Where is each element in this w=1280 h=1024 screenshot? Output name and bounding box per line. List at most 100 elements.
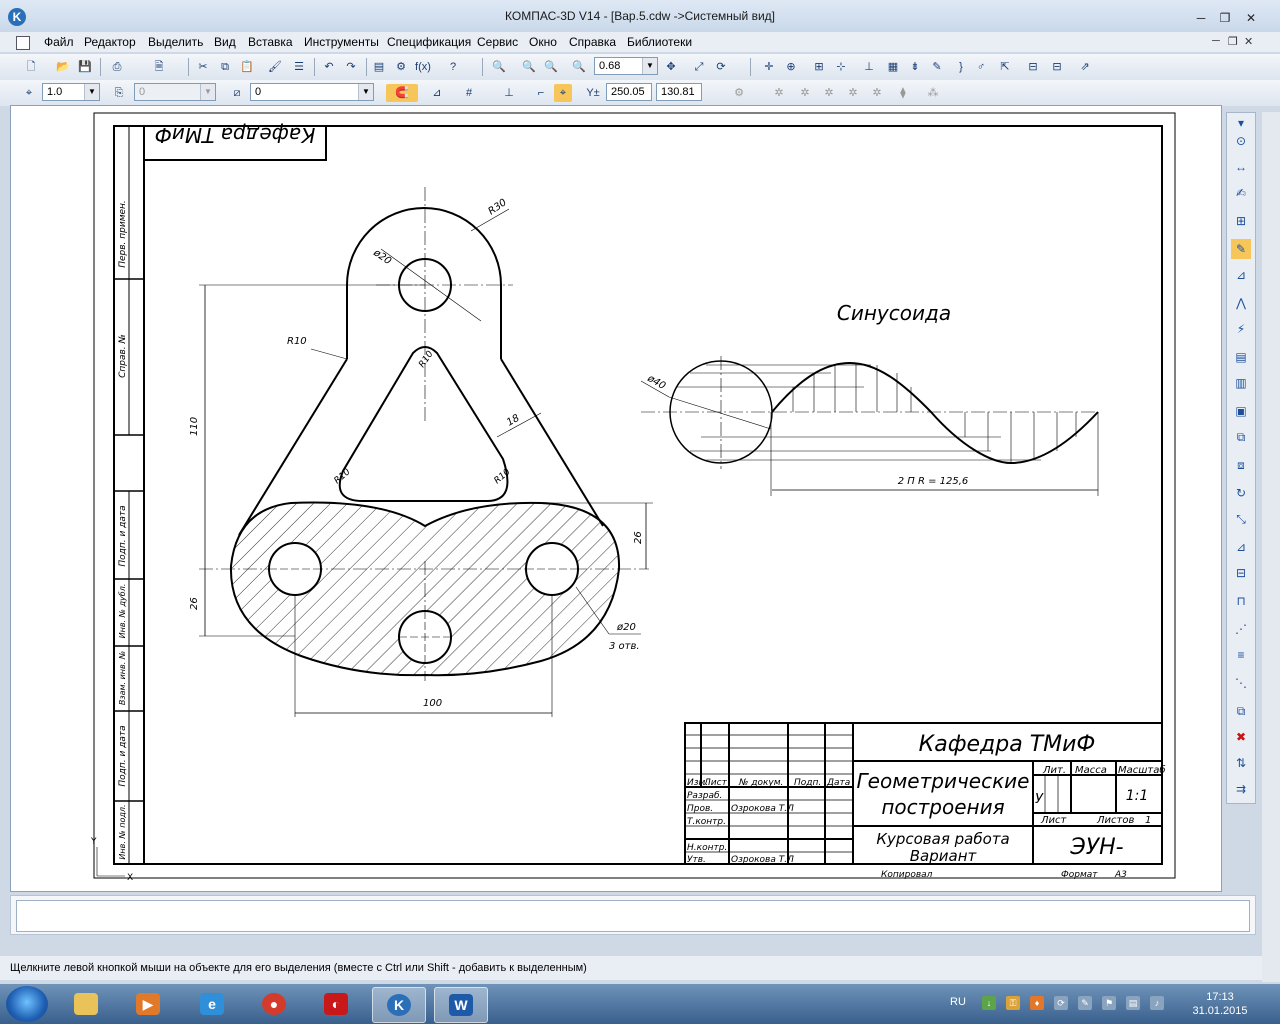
command-input[interactable]: [16, 900, 1250, 932]
menu-view[interactable]: Вид: [214, 35, 236, 49]
menu-select[interactable]: Выделить: [148, 35, 203, 49]
print-icon[interactable]: ⎙: [108, 58, 126, 76]
point-icon[interactable]: ✛: [760, 58, 778, 76]
select-panel-icon[interactable]: ⋀: [1231, 293, 1251, 313]
rotate-icon[interactable]: ↻: [1231, 483, 1251, 503]
array-icon[interactable]: ⊟: [1231, 563, 1251, 583]
undo-icon[interactable]: ↶: [320, 58, 338, 76]
format-painter-icon[interactable]: 🖌: [266, 58, 284, 76]
fillet-icon[interactable]: ⊓: [1231, 591, 1251, 611]
designations-icon[interactable]: ✍: [1231, 183, 1251, 203]
document-menu-icon[interactable]: [16, 36, 30, 50]
local-cs-icon[interactable]: ⊹: [832, 58, 850, 76]
dimension-icon[interactable]: ⊥: [860, 58, 878, 76]
taskbar-kompas[interactable]: K: [372, 987, 426, 1023]
measure-panel-icon[interactable]: ⊿: [1231, 265, 1251, 285]
zoom-in-icon[interactable]: 🔍: [520, 58, 538, 76]
spec-panel-icon[interactable]: ▤: [1231, 347, 1251, 367]
ortho-icon[interactable]: ⊿: [428, 84, 446, 102]
tray-tool-icon[interactable]: ✎: [1078, 996, 1092, 1010]
grid-toggle-icon[interactable]: #: [460, 84, 478, 102]
taskbar-chrome[interactable]: ●: [248, 987, 300, 1021]
show-all-icon[interactable]: ⤢: [690, 58, 708, 76]
zoom-window-icon[interactable]: 🔍: [490, 58, 508, 76]
restore-button[interactable]: ❐: [1214, 10, 1236, 26]
geometry-icon[interactable]: ⊙: [1231, 131, 1251, 151]
trim-icon[interactable]: ≡: [1231, 645, 1251, 665]
reports-icon[interactable]: ▥: [1231, 373, 1251, 393]
drawing-canvas[interactable]: Кафедра ТМиФ Синусоида R30 ø20 R10 R10 R…: [10, 105, 1222, 892]
taskbar-internet-explorer[interactable]: e: [186, 987, 238, 1021]
snap-icon[interactable]: ⊕: [782, 58, 800, 76]
insert-icon[interactable]: ▣: [1231, 401, 1251, 421]
menu-editor[interactable]: Редактор: [84, 35, 136, 49]
minimize-button[interactable]: ─: [1190, 10, 1212, 26]
grid-icon[interactable]: ⊞: [810, 58, 828, 76]
chevron-down-icon[interactable]: ▼: [84, 84, 99, 100]
spec-icon[interactable]: ⇗: [1076, 58, 1094, 76]
tray-app-icon[interactable]: ♦: [1030, 996, 1044, 1010]
edit-panel-icon[interactable]: ⊞: [1231, 211, 1251, 231]
scale-panel-icon[interactable]: ⤡: [1231, 509, 1251, 529]
view-icon[interactable]: ⧉: [1231, 427, 1251, 447]
bracket-icon[interactable]: }: [952, 58, 970, 76]
doc-restore-button[interactable]: ❐: [1228, 35, 1238, 48]
menu-window[interactable]: Окно: [529, 35, 557, 49]
chevron-down-icon[interactable]: ▼: [642, 58, 657, 74]
menu-tools[interactable]: Инструменты: [304, 35, 379, 49]
deform-icon[interactable]: ⇉: [1231, 779, 1251, 799]
save-icon[interactable]: 💾: [76, 58, 94, 76]
dimensions-icon[interactable]: ↔: [1231, 157, 1251, 177]
start-button[interactable]: [6, 986, 48, 1022]
vertical-scrollbar[interactable]: [1262, 112, 1280, 982]
select-icon[interactable]: ⊟: [1024, 58, 1042, 76]
doc-minimize-button[interactable]: ─: [1212, 35, 1220, 47]
cursor-step-icon[interactable]: ⌖: [20, 84, 38, 102]
open-icon[interactable]: 📂: [54, 58, 72, 76]
menu-specification[interactable]: Спецификация: [387, 35, 471, 49]
parameterization-icon[interactable]: ✎: [1231, 239, 1251, 259]
copy-panel-icon[interactable]: ⧈: [1231, 455, 1251, 475]
cursor-snap-icon[interactable]: ⌖: [554, 84, 572, 102]
mirror-icon[interactable]: ⊿: [1231, 537, 1251, 557]
refresh-icon[interactable]: ⟳: [712, 58, 730, 76]
clip-icon[interactable]: ⧉: [1231, 701, 1251, 721]
new-document-icon[interactable]: 🗋: [22, 58, 40, 76]
menu-file[interactable]: Файл: [44, 35, 74, 49]
measure-icon[interactable]: ⇱: [996, 58, 1014, 76]
zoom-scale-icon[interactable]: 🔍: [570, 58, 588, 76]
delete-panel-icon[interactable]: ✖: [1231, 727, 1251, 747]
delete-icon[interactable]: ⊟: [1048, 58, 1066, 76]
offset-icon[interactable]: ⋱: [1231, 673, 1251, 693]
menu-service[interactable]: Сервис: [477, 35, 518, 49]
taskbar-clock[interactable]: 17:13 31.01.2015: [1190, 990, 1250, 1018]
function-icon[interactable]: f(x): [414, 58, 432, 76]
layer-input[interactable]: 0 ▼: [134, 83, 216, 101]
copy-icon[interactable]: ⧉: [216, 58, 234, 76]
taskbar-word[interactable]: W: [434, 987, 488, 1023]
layer-icon[interactable]: ⎘: [110, 84, 128, 102]
taskbar-app-red[interactable]: ◐: [310, 987, 362, 1021]
preview-icon[interactable]: 🗎: [150, 58, 168, 76]
style-icon[interactable]: ⧄: [228, 84, 246, 102]
menu-help[interactable]: Справка: [569, 35, 616, 49]
drawing-svg[interactable]: Кафедра ТМиФ Синусоида R30 ø20 R10 R10 R…: [11, 106, 1221, 891]
coord-y-input[interactable]: 130.81: [656, 83, 702, 101]
variables-icon[interactable]: ⚙: [392, 58, 410, 76]
pan-icon[interactable]: ✥: [662, 58, 680, 76]
break-icon[interactable]: ⋰: [1231, 619, 1251, 639]
panel-menu-icon[interactable]: ▾: [1231, 113, 1251, 133]
line-scale-input[interactable]: 1.0 ▼: [42, 83, 100, 101]
properties-icon[interactable]: ☰: [290, 58, 308, 76]
menu-insert[interactable]: Вставка: [248, 35, 293, 49]
manager-icon[interactable]: ▤: [370, 58, 388, 76]
doc-close-button[interactable]: ✕: [1244, 35, 1253, 48]
split-icon[interactable]: ⇅: [1231, 753, 1251, 773]
chevron-down-icon[interactable]: ▼: [200, 84, 215, 100]
close-button[interactable]: ✕: [1240, 10, 1262, 26]
round-icon[interactable]: ⌐: [532, 84, 550, 102]
taskbar-explorer[interactable]: [60, 987, 112, 1021]
chevron-down-icon[interactable]: ▼: [358, 84, 373, 100]
redo-icon[interactable]: ↷: [342, 58, 360, 76]
tray-network-icon[interactable]: ▤: [1126, 996, 1140, 1010]
